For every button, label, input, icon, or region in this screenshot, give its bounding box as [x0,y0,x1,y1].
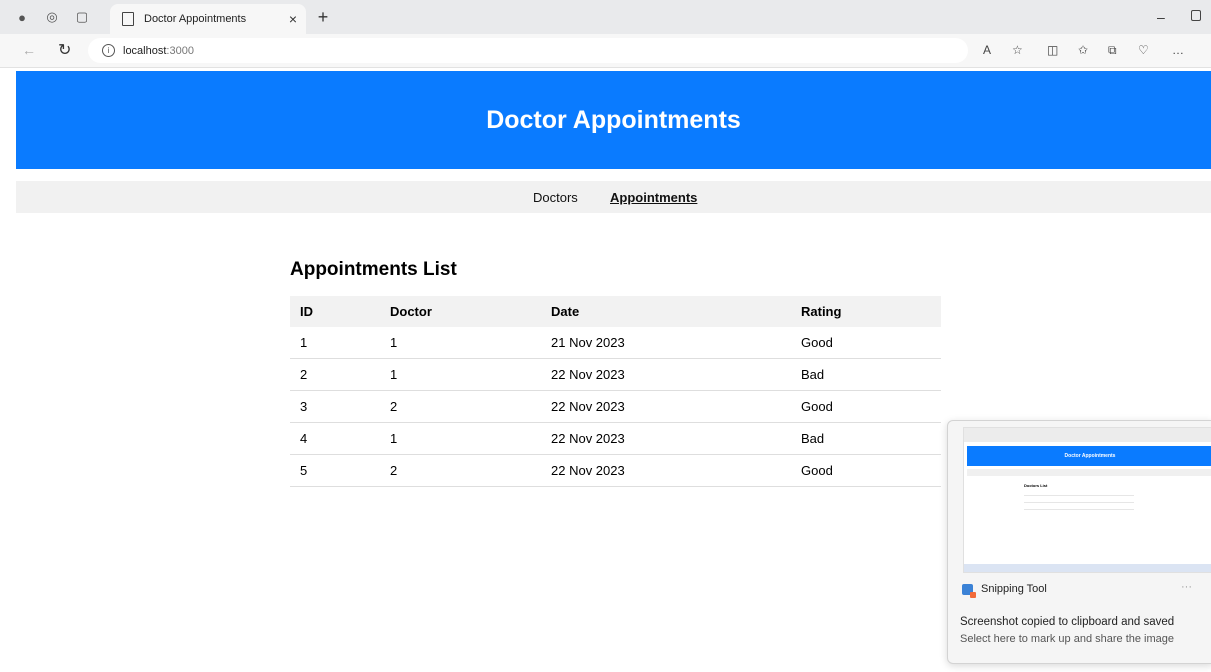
app-nav: Doctors Appointments [16,181,1211,213]
cell-id: 5 [290,454,380,487]
cell-id: 2 [290,358,380,391]
cell-rating: Good [791,390,941,423]
table-header-row: ID Doctor Date Rating [290,296,941,327]
column-header-id: ID [290,296,380,327]
nav-link-appointments[interactable]: Appointments [610,190,697,205]
thumbnail-section-title: Doctors List [1024,483,1048,488]
cell-rating: Good [791,327,941,359]
page-icon [122,12,134,26]
address-bar[interactable]: i localhost:3000 [88,38,968,63]
favorites-icon[interactable]: ✩ [1078,43,1088,57]
table-row: 5 2 22 Nov 2023 Good [290,454,941,487]
maximize-icon[interactable] [1191,10,1201,21]
browser-tab[interactable]: Doctor Appointments × [110,4,306,34]
column-header-doctor: Doctor [380,296,541,327]
split-screen-icon[interactable]: ◫ [1047,43,1058,57]
read-aloud-icon[interactable]: A [983,43,991,57]
app-header: Doctor Appointments [16,71,1211,169]
reload-icon[interactable]: ↻ [58,40,71,60]
cell-id: 4 [290,422,380,455]
thumbnail-header: Doctor Appointments [967,446,1211,466]
table-row: 1 1 21 Nov 2023 Good [290,327,941,359]
toast-subtext: Select here to mark up and share the ima… [960,633,1175,645]
cell-doctor: 2 [380,390,541,423]
extensions-icon[interactable]: ♡ [1138,43,1149,57]
cell-rating: Bad [791,358,941,391]
workspaces-icon[interactable]: ◎ [44,9,60,25]
more-options-icon[interactable]: … [1172,43,1184,57]
cell-date: 21 Nov 2023 [541,327,791,359]
favorite-star-icon[interactable]: ☆ [1012,43,1023,57]
screenshot-thumbnail[interactable]: Doctor Appointments Doctors List [963,427,1211,573]
toast-app-name: Snipping Tool [981,583,1047,595]
snipping-tool-icon [962,583,976,598]
thumbnail-nav [967,469,1211,476]
cell-date: 22 Nov 2023 [541,454,791,487]
tab-title: Doctor Appointments [144,13,247,25]
close-tab-icon[interactable]: × [284,11,302,27]
table-row: 4 1 22 Nov 2023 Bad [290,422,941,455]
snipping-tool-notification[interactable]: Doctor Appointments Doctors List Snippin… [947,420,1211,664]
cell-date: 22 Nov 2023 [541,390,791,423]
toast-more-icon[interactable]: ··· [1181,581,1192,593]
thumbnail-row [1024,498,1134,503]
toast-message: Screenshot copied to clipboard and saved [960,616,1175,628]
cell-rating: Bad [791,422,941,455]
nav-link-doctors[interactable]: Doctors [533,190,578,205]
thumbnail-browser-chrome [964,428,1211,442]
cell-doctor: 1 [380,327,541,359]
minimize-icon[interactable]: – [1157,9,1165,25]
url-text: localhost:3000 [123,44,194,57]
site-info-icon[interactable]: i [102,44,115,57]
section-title: Appointments List [290,259,457,280]
app-title: Doctor Appointments [486,105,741,134]
cell-id: 1 [290,327,380,359]
address-bar-row: ← ↻ i localhost:3000 A ☆ ◫ ✩ ⧉ ♡ … [0,34,1211,68]
column-header-rating: Rating [791,296,941,327]
table-row: 3 2 22 Nov 2023 Good [290,390,941,423]
tab-actions-icon[interactable]: ▢ [74,9,90,25]
thumbnail-row [1024,491,1134,496]
back-icon[interactable]: ← [22,42,36,58]
table-row: 2 1 22 Nov 2023 Bad [290,358,941,391]
thumbnail-taskbar [964,564,1211,572]
new-tab-icon[interactable]: + [313,7,333,28]
collections-icon[interactable]: ⧉ [1108,43,1117,58]
appointments-table: ID Doctor Date Rating 1 1 21 Nov 2023 Go… [290,296,941,487]
cell-date: 22 Nov 2023 [541,358,791,391]
cell-date: 22 Nov 2023 [541,422,791,455]
cell-doctor: 1 [380,422,541,455]
cell-doctor: 1 [380,358,541,391]
column-header-date: Date [541,296,791,327]
browser-tab-strip: ● ◎ ▢ Doctor Appointments × + – [0,0,1211,34]
cell-id: 3 [290,390,380,423]
cell-doctor: 2 [380,454,541,487]
thumbnail-row [1024,505,1134,510]
toast-app-header: Snipping Tool [962,583,1047,598]
profile-icon[interactable]: ● [14,9,30,25]
cell-rating: Good [791,454,941,487]
